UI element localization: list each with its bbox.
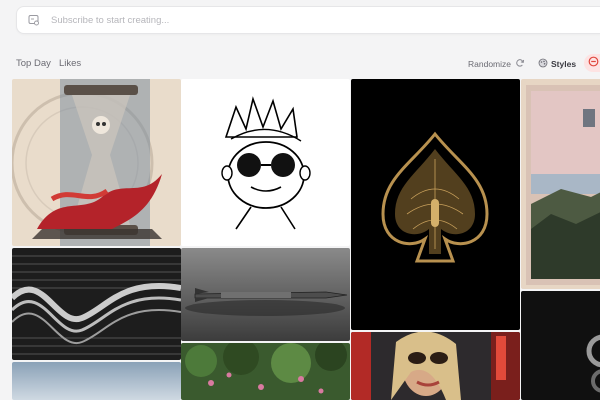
palette-icon [538, 58, 548, 70]
gallery-item-woman-sunglasses-neon-city[interactable] [351, 332, 520, 400]
gallery-item-doodle-face-sunglasses[interactable] [181, 79, 350, 246]
gallery-item-metal-missile-render[interactable] [181, 248, 350, 341]
filter-toolbar: Top Day Likes Randomize Styles [0, 54, 600, 74]
gallery-item-golden-ornate-spade[interactable] [351, 79, 520, 330]
styles-label: Styles [551, 59, 577, 69]
tab-likes[interactable]: Likes [59, 58, 81, 69]
refresh-icon [515, 58, 525, 70]
gallery-item-glitch-wave-lines[interactable] [12, 248, 181, 360]
search-bar[interactable] [16, 6, 600, 34]
tab-top-day[interactable]: Top Day [16, 58, 51, 69]
gallery-item-sky-gradient[interactable] [12, 362, 181, 400]
image-search-icon [27, 13, 41, 27]
styles-button[interactable]: Styles [538, 58, 576, 70]
gallery-item-dark-black-texture[interactable] [521, 291, 600, 400]
circle-minus-icon [588, 54, 599, 72]
gallery-item-hourglass-skull-art[interactable] [12, 79, 181, 246]
randomize-button[interactable]: Randomize [468, 58, 525, 70]
top-bar [0, 0, 600, 42]
gallery-item-vintage-mountain-painting[interactable] [521, 79, 600, 289]
gallery-item-tree-flowers-garden[interactable] [181, 343, 350, 400]
randomize-label: Randomize [468, 59, 511, 69]
filter-toggle[interactable] [584, 54, 600, 72]
search-input[interactable] [49, 13, 553, 27]
